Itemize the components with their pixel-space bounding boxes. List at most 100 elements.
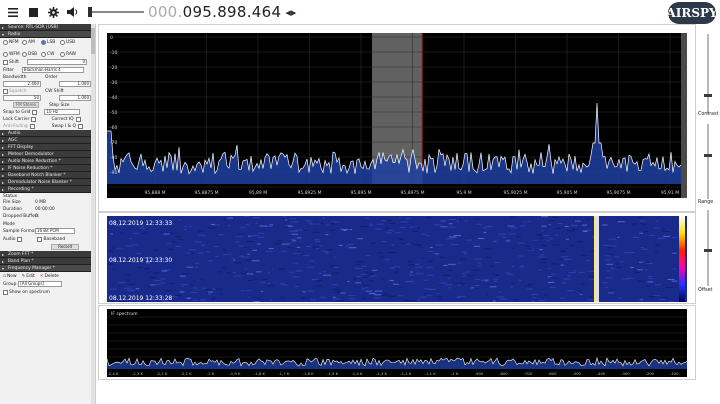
order-input[interactable]: 1.000 bbox=[59, 81, 91, 87]
contrast-slider[interactable] bbox=[704, 94, 712, 97]
waterfall-speck bbox=[296, 270, 303, 272]
shift-input[interactable]: 0 bbox=[26, 59, 87, 65]
bandwidth-input[interactable]: 2.400 bbox=[3, 81, 41, 87]
mode-radio[interactable] bbox=[22, 39, 27, 45]
edit-button[interactable]: Edit bbox=[26, 274, 35, 279]
mode-radio[interactable] bbox=[3, 39, 8, 45]
section-label: Recording * bbox=[8, 186, 34, 192]
section-baseband-notch-blanker[interactable]: ▸ Baseband Notch Blanker * bbox=[0, 172, 95, 179]
panel-scrollbar[interactable] bbox=[91, 24, 95, 404]
lock-carrier-checkbox[interactable] bbox=[31, 117, 37, 122]
baseband-checkbox[interactable] bbox=[37, 236, 43, 242]
audio-checkbox[interactable] bbox=[17, 236, 23, 242]
section-band-plan[interactable]: ▸ Band Plan * bbox=[0, 258, 95, 265]
record-button[interactable]: Record bbox=[51, 244, 79, 250]
mode-option-usb[interactable]: USB bbox=[60, 39, 79, 45]
waterfall-speck bbox=[435, 244, 444, 246]
waterfall-speck bbox=[110, 288, 117, 290]
waterfall-speck bbox=[234, 241, 240, 243]
waterfall-speck bbox=[475, 288, 479, 290]
gear-icon[interactable] bbox=[46, 5, 60, 19]
range-label: Range bbox=[698, 200, 714, 205]
waterfall-speck bbox=[208, 293, 211, 295]
speaker-icon[interactable] bbox=[66, 5, 80, 19]
waterfall-speck bbox=[172, 296, 178, 298]
section-source[interactable]: ▸ Source: RTL-SDR (USB) bbox=[0, 24, 95, 31]
fm-stereo-button[interactable]: FM Stereo bbox=[13, 102, 40, 108]
new-button[interactable]: New bbox=[7, 274, 17, 279]
waterfall-speck bbox=[657, 237, 665, 239]
section-radio[interactable]: ▾ Radio bbox=[0, 31, 95, 38]
waterfall-speck bbox=[546, 239, 549, 241]
section-zoom-fft[interactable]: ▸ Zoom FFT * bbox=[0, 251, 95, 258]
waterfall-display[interactable]: 08.12.2019 12:33:33 08.12.2019 12:33:30 08… bbox=[107, 216, 687, 302]
squelch-checkbox[interactable] bbox=[3, 88, 8, 94]
shift-checkbox[interactable] bbox=[3, 59, 8, 65]
section-if-noise-reduction[interactable]: ▸ IF Noise Reduction * bbox=[0, 165, 95, 172]
section-meteor-demodulator[interactable]: ▸ Meteor Demodulator bbox=[0, 151, 95, 158]
waterfall-speck bbox=[662, 231, 670, 232]
scrollbar-thumb[interactable] bbox=[91, 28, 95, 54]
cw-shift-input[interactable]: 1.000 bbox=[59, 95, 91, 101]
waterfall-speck bbox=[166, 289, 172, 291]
mode-radio[interactable] bbox=[60, 51, 65, 57]
correct-iq-checkbox[interactable] bbox=[75, 117, 81, 122]
spectrum-display[interactable]: 0 -10 -20 -30 -40 -50 -60 -70 -80 -90 95,888 M 95,8… bbox=[107, 33, 687, 198]
offset-slider[interactable] bbox=[704, 249, 712, 252]
frequency-step-arrows[interactable]: ◂▸ bbox=[285, 6, 296, 19]
waterfall-speck bbox=[448, 287, 452, 289]
section-demodulator-noise-blanker[interactable]: ▸ Demodulator Noise Blanker * bbox=[0, 179, 95, 186]
spectrum-scrollbar[interactable] bbox=[681, 33, 687, 198]
range-slider[interactable] bbox=[704, 154, 712, 157]
stop-icon[interactable] bbox=[26, 5, 40, 19]
mode-option-am[interactable]: AM bbox=[22, 39, 41, 45]
waterfall-speck bbox=[108, 250, 113, 252]
swap-iq-checkbox[interactable] bbox=[77, 124, 83, 129]
waterfall-speck bbox=[602, 282, 609, 284]
filter-select[interactable]: Blackman-Harris 4 bbox=[21, 67, 84, 73]
section-agc[interactable]: ▸ AGC bbox=[0, 137, 95, 144]
mode-option-lsb[interactable]: LSB bbox=[41, 39, 60, 45]
if-spectrum-display[interactable]: IF spectrum -2,4 K -2,3 K -2,2 K -2,1 K -2 K -… bbox=[107, 309, 687, 377]
mode-radio[interactable] bbox=[41, 51, 46, 57]
squelch-input[interactable]: 50 bbox=[3, 95, 41, 101]
waterfall-speck bbox=[223, 254, 228, 255]
mode-radio[interactable] bbox=[60, 39, 65, 45]
mode-radio[interactable] bbox=[22, 51, 27, 57]
delete-icon[interactable]: ✕ bbox=[40, 274, 44, 279]
section-frequency-manager[interactable]: ▾ Frequency Manager * bbox=[0, 265, 95, 272]
mode-option-nfm[interactable]: NFM bbox=[3, 39, 22, 45]
mode-option-cw[interactable]: CW bbox=[41, 51, 60, 57]
menu-icon[interactable] bbox=[6, 5, 20, 19]
mode-option-wfm[interactable]: WFM bbox=[3, 51, 22, 57]
waterfall-speck bbox=[421, 233, 426, 235]
volume-slider[interactable] bbox=[88, 5, 144, 19]
mode-option-raw[interactable]: RAW bbox=[60, 51, 79, 57]
waterfall-speck bbox=[308, 222, 312, 224]
waterfall-speck bbox=[288, 242, 292, 244]
edit-icon[interactable]: ✎ bbox=[22, 274, 26, 279]
mode-option-dsb[interactable]: DSB bbox=[22, 51, 41, 57]
mode-radio[interactable] bbox=[41, 39, 46, 45]
sample-format-select[interactable]: 16 Bit PCM bbox=[35, 228, 75, 234]
waterfall-speck bbox=[292, 240, 297, 242]
volume-thumb[interactable] bbox=[88, 7, 92, 17]
group-select[interactable]: [All Groups] bbox=[18, 281, 63, 287]
section-audio[interactable]: ▸ Audio bbox=[0, 130, 95, 137]
section-fft-display[interactable]: ▸ FFT Display bbox=[0, 144, 95, 151]
step-size-select[interactable]: 10 Hz bbox=[44, 109, 81, 115]
delete-button[interactable]: Delete bbox=[44, 274, 58, 279]
waterfall-speck bbox=[647, 281, 654, 283]
mode-radio[interactable] bbox=[3, 51, 8, 57]
new-icon[interactable]: ▫ bbox=[3, 274, 6, 279]
section-recording[interactable]: ▸ Recording * bbox=[0, 186, 95, 193]
baseband-label: Baseband bbox=[43, 236, 66, 242]
waterfall-speck bbox=[204, 288, 213, 290]
anti-fading-checkbox[interactable] bbox=[29, 124, 35, 129]
snap-checkbox[interactable] bbox=[32, 109, 38, 115]
show-spectrum-checkbox[interactable] bbox=[3, 289, 8, 295]
waterfall-speck bbox=[552, 216, 559, 218]
frequency-display[interactable]: 000.095.898.464 bbox=[148, 3, 281, 21]
section-audio-noise-reduction[interactable]: ▸ Audio Noise Reduction * bbox=[0, 158, 95, 165]
waterfall-speck bbox=[259, 281, 265, 283]
